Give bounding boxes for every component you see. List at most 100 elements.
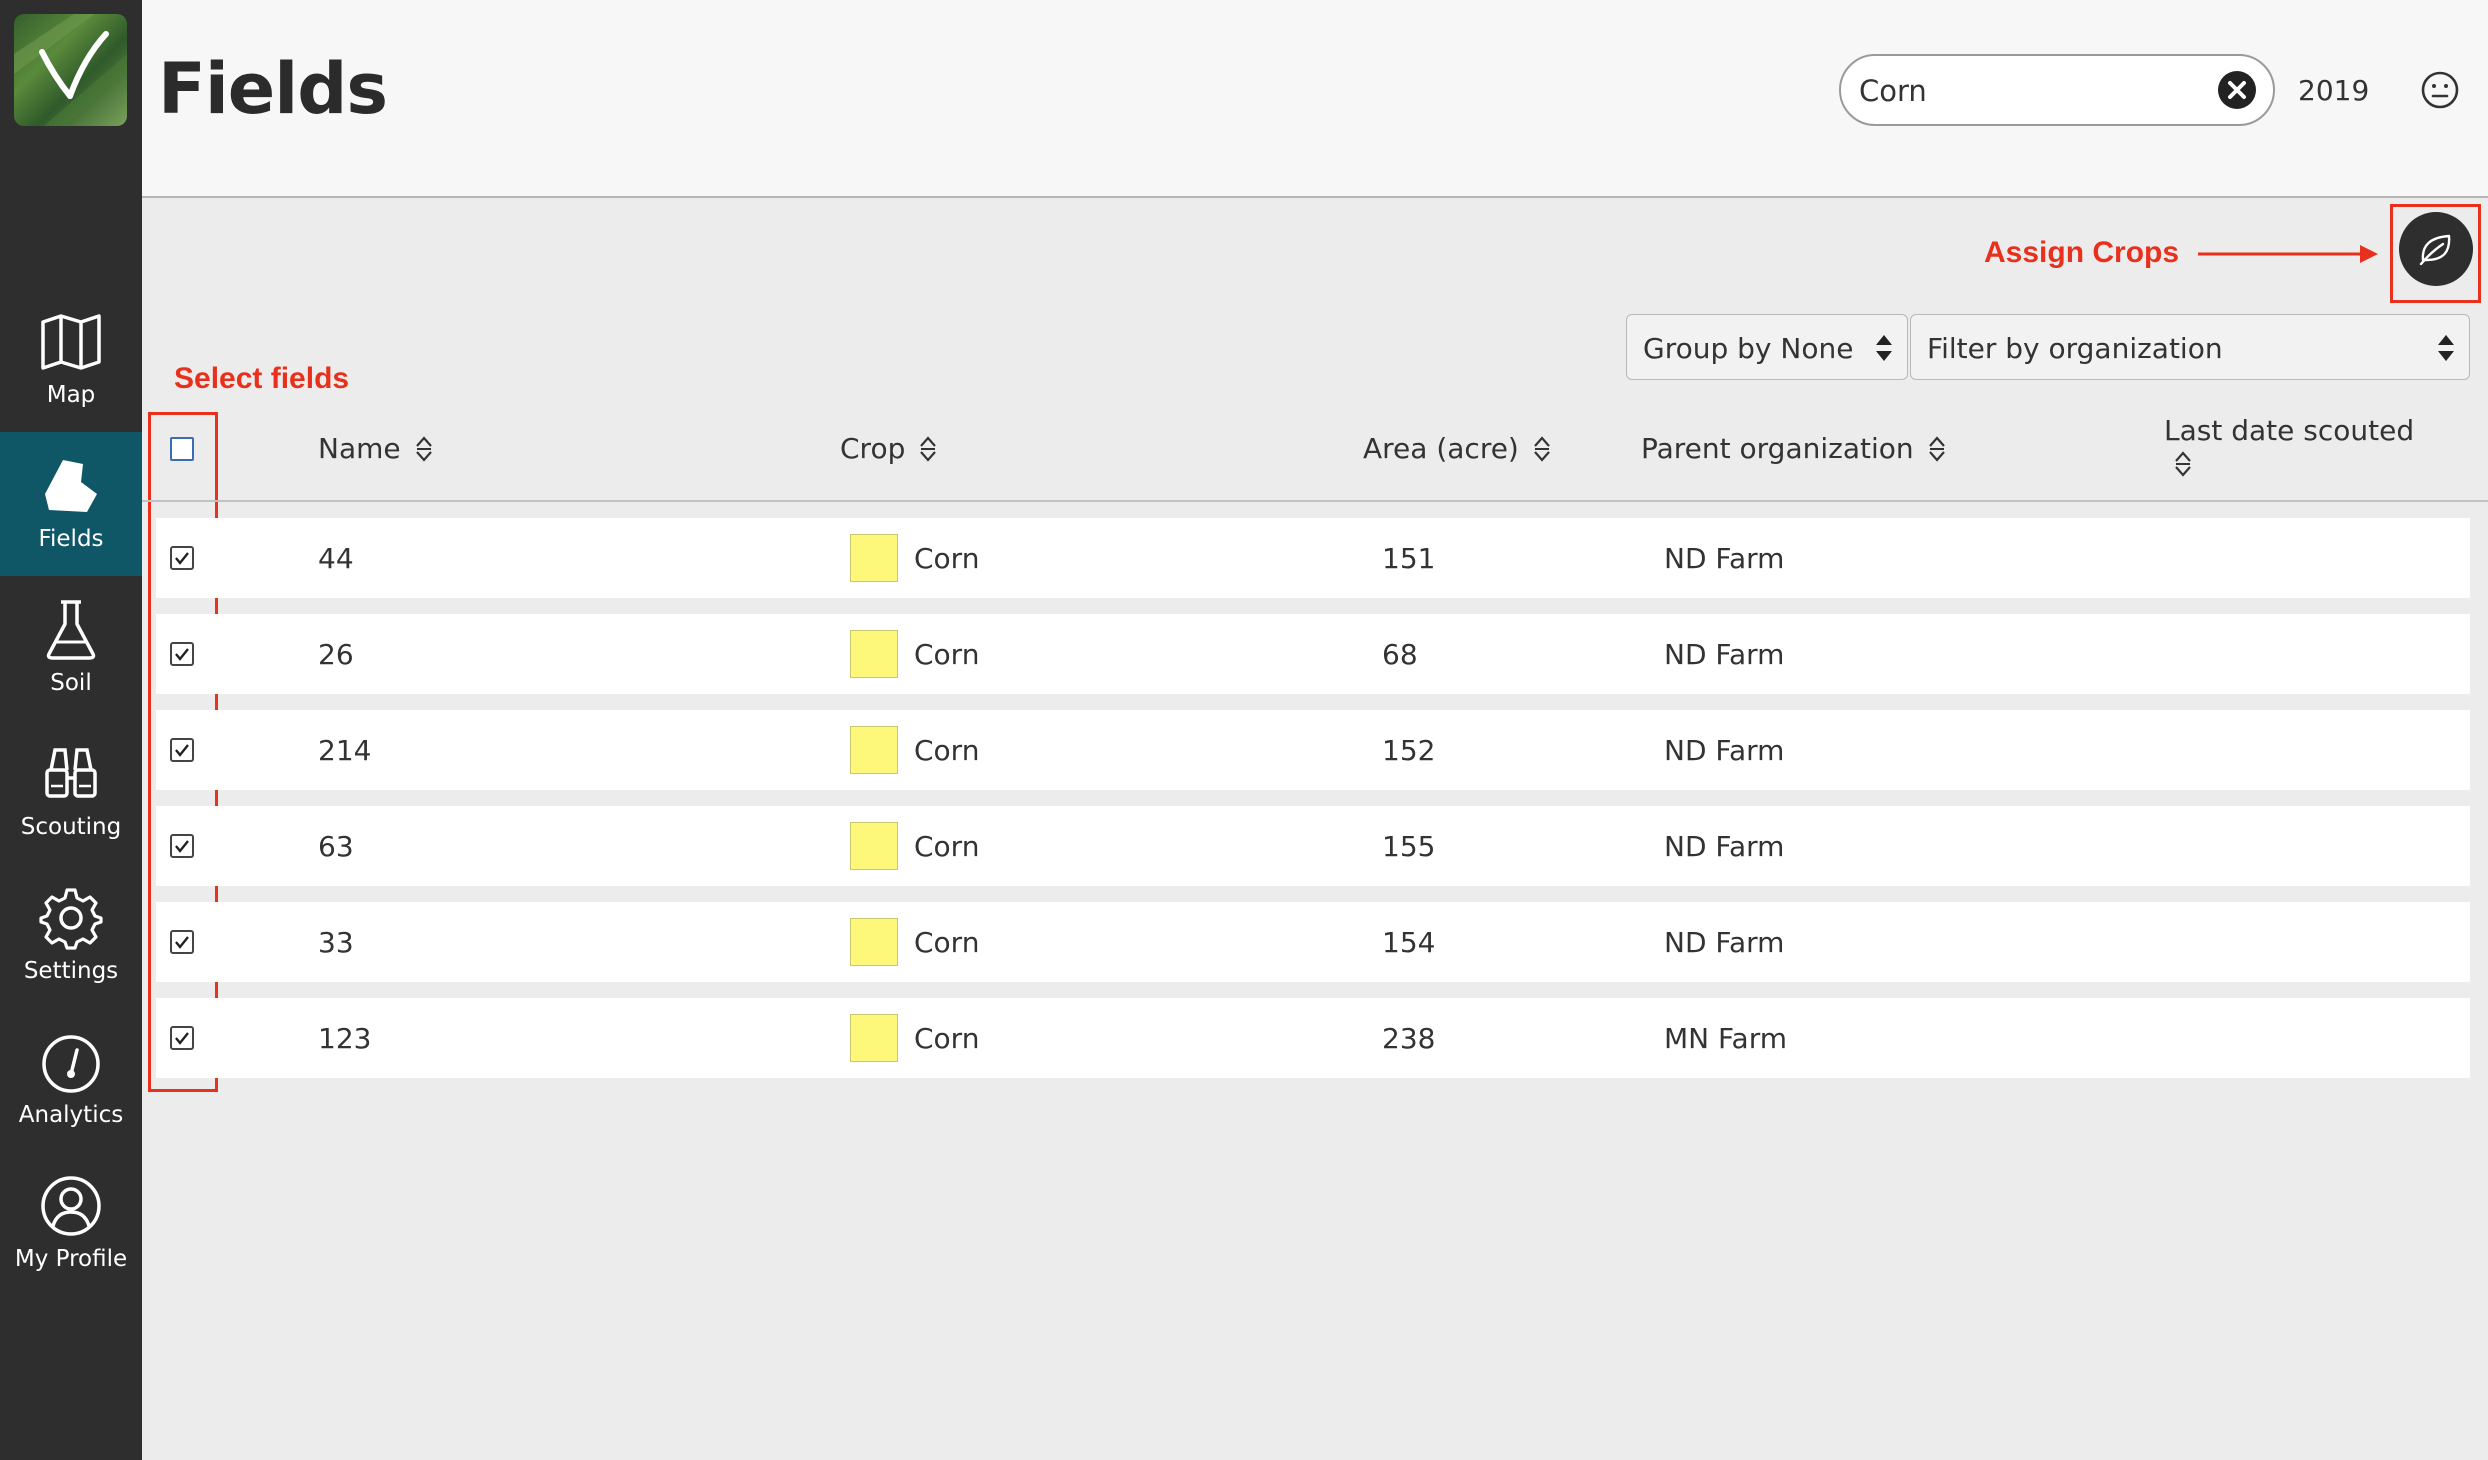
row-crop: Corn <box>914 926 980 959</box>
nav-item-my-profile[interactable]: My Profile <box>0 1152 142 1296</box>
row-parent: ND Farm <box>1664 638 1785 671</box>
row-area: 151 <box>1382 542 1436 575</box>
sort-icon[interactable] <box>415 436 433 462</box>
year-selector[interactable]: 2019 <box>2298 74 2369 107</box>
annotation-arrow-icon <box>2198 245 2378 263</box>
row-checkbox[interactable] <box>170 834 194 858</box>
gauge-icon <box>42 1035 100 1093</box>
column-label-area: Area (acre) <box>1363 432 1519 465</box>
select-fields-annotation: Select fields <box>174 362 350 395</box>
row-name: 26 <box>318 638 354 671</box>
nav-label-scouting: Scouting <box>20 814 122 840</box>
column-header-last-date-scouted[interactable]: Last date scouted <box>2164 414 2414 477</box>
flask-icon <box>46 600 96 660</box>
crop-color-swatch <box>850 726 898 774</box>
row-checkbox[interactable] <box>170 642 194 666</box>
row-checkbox[interactable] <box>170 930 194 954</box>
nav-label-map: Map <box>46 382 96 408</box>
nav-item-scouting[interactable]: Scouting <box>0 720 142 864</box>
row-crop: Corn <box>914 638 980 671</box>
assign-crops-annotation: Assign Crops <box>1984 236 2180 269</box>
table-row[interactable]: 44 Corn 151 ND Farm <box>156 518 2470 598</box>
row-parent: MN Farm <box>1664 1022 1787 1055</box>
search-value[interactable]: Corn <box>1859 74 1927 108</box>
sort-icon[interactable] <box>919 436 937 462</box>
row-parent: ND Farm <box>1664 830 1785 863</box>
row-name: 214 <box>318 734 372 767</box>
group-by-select[interactable]: Group by None <box>1626 314 1908 380</box>
select-arrows-icon <box>2438 335 2454 361</box>
column-label-parent: Parent organization <box>1641 432 1914 465</box>
leaf-icon <box>2419 234 2451 266</box>
row-crop: Corn <box>914 542 980 575</box>
sort-icon[interactable] <box>2174 451 2192 477</box>
table-header-divider <box>142 500 2488 502</box>
row-name: 44 <box>318 542 354 575</box>
nav-label-soil: Soil <box>50 670 92 696</box>
search-input[interactable]: Corn <box>1839 54 2275 126</box>
row-crop: Corn <box>914 830 980 863</box>
row-area: 152 <box>1382 734 1436 767</box>
assign-crops-button[interactable] <box>2399 212 2473 286</box>
sort-icon[interactable] <box>1928 436 1946 462</box>
crop-color-swatch <box>850 918 898 966</box>
crop-color-swatch <box>850 534 898 582</box>
app-logo[interactable] <box>14 14 127 126</box>
select-all-checkbox[interactable] <box>170 437 194 461</box>
row-crop: Corn <box>914 1022 980 1055</box>
nav-label-analytics: Analytics <box>18 1102 124 1128</box>
table-row[interactable]: 214 Corn 152 ND Farm <box>156 710 2470 790</box>
table-row[interactable]: 33 Corn 154 ND Farm <box>156 902 2470 982</box>
crop-color-swatch <box>850 630 898 678</box>
row-crop: Corn <box>914 734 980 767</box>
group-by-value: Group by None <box>1643 332 1854 365</box>
page-title: Fields <box>158 48 388 130</box>
sort-icon[interactable] <box>1533 436 1551 462</box>
column-header-crop[interactable]: Crop <box>840 432 937 465</box>
nav-item-settings[interactable]: Settings <box>0 864 142 1008</box>
gear-icon <box>39 888 103 950</box>
clear-search-icon[interactable] <box>2217 70 2257 110</box>
row-name: 123 <box>318 1022 372 1055</box>
filter-by-value: Filter by organization <box>1927 332 2223 365</box>
column-header-area[interactable]: Area (acre) <box>1363 432 1551 465</box>
nav-item-map[interactable]: Map <box>0 288 142 432</box>
feedback-smiley-icon[interactable] <box>2420 70 2460 110</box>
nav-item-fields[interactable]: Fields <box>0 432 142 576</box>
row-area: 68 <box>1382 638 1418 671</box>
filter-by-organization-select[interactable]: Filter by organization <box>1910 314 2470 380</box>
row-name: 33 <box>318 926 354 959</box>
column-label-crop: Crop <box>840 432 906 465</box>
nav-label-fields: Fields <box>38 526 104 552</box>
row-area: 238 <box>1382 1022 1436 1055</box>
crop-color-swatch <box>850 822 898 870</box>
row-parent: ND Farm <box>1664 926 1785 959</box>
crop-color-swatch <box>850 1014 898 1062</box>
column-label-last-scouted: Last date scouted <box>2164 414 2415 447</box>
nav-item-analytics[interactable]: Analytics <box>0 1008 142 1152</box>
user-icon <box>41 1176 101 1236</box>
row-checkbox[interactable] <box>170 546 194 570</box>
row-checkbox[interactable] <box>170 738 194 762</box>
nav-item-soil[interactable]: Soil <box>0 576 142 720</box>
row-parent: ND Farm <box>1664 542 1785 575</box>
table-row[interactable]: 123 Corn 238 MN Farm <box>156 998 2470 1078</box>
row-checkbox[interactable] <box>170 1026 194 1050</box>
nav-label-my-profile: My Profile <box>14 1246 128 1272</box>
field-shape-icon <box>45 460 97 512</box>
row-area: 155 <box>1382 830 1436 863</box>
column-label-name: Name <box>318 432 401 465</box>
row-name: 63 <box>318 830 354 863</box>
table-row[interactable]: 26 Corn 68 ND Farm <box>156 614 2470 694</box>
row-area: 154 <box>1382 926 1436 959</box>
row-parent: ND Farm <box>1664 734 1785 767</box>
nav-label-settings: Settings <box>23 958 119 984</box>
sidebar: Map Fields Soil Scouting Settings Analyt… <box>0 0 142 1460</box>
table-row[interactable]: 63 Corn 155 ND Farm <box>156 806 2470 886</box>
column-header-parent-organization[interactable]: Parent organization <box>1641 432 1946 465</box>
map-icon <box>41 314 101 370</box>
column-header-name[interactable]: Name <box>318 432 433 465</box>
binoculars-icon <box>45 748 97 798</box>
select-arrows-icon <box>1876 335 1892 361</box>
header: Fields Corn 2019 <box>142 0 2488 198</box>
